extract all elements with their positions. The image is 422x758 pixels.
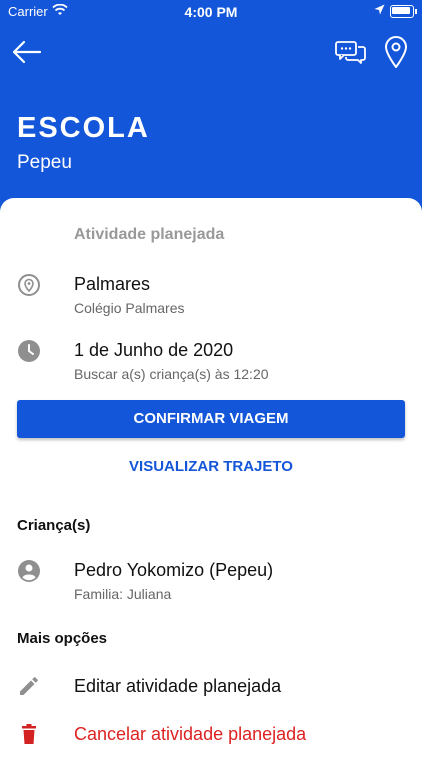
pencil-icon (20, 677, 38, 695)
person-icon (18, 560, 40, 582)
more-options-heading: Mais opções (17, 630, 108, 647)
child-name: Pedro Yokomizo (Pepeu) (74, 560, 274, 580)
clock-icon (18, 340, 40, 362)
place-detail: Colégio Palmares (74, 300, 185, 316)
chat-icon[interactable] (333, 38, 367, 66)
cancel-activity-label: Cancelar atividade planejada (74, 724, 307, 744)
header: Carrier 4:00 PM ESCOLA Pepeu (0, 0, 422, 205)
edit-activity-label: Editar atividade planejada (74, 676, 282, 696)
section-label: Atividade planejada (74, 226, 225, 243)
activity-date: 1 de Junho de 2020 (74, 340, 234, 360)
place-name: Palmares (74, 274, 151, 294)
children-heading: Criança(s) (17, 517, 91, 534)
status-bar: Carrier 4:00 PM (0, 0, 422, 22)
page-subtitle: Pepeu (17, 152, 72, 173)
back-arrow-icon[interactable] (10, 38, 44, 66)
page-title: ESCOLA (17, 112, 150, 144)
view-route-link[interactable]: VISUALIZAR TRAJETO (0, 458, 422, 475)
trash-icon (22, 724, 36, 744)
battery-icon (390, 5, 417, 18)
activity-card: Atividade planejada Palmares Colégio Pal… (0, 198, 422, 758)
pickup-time: Buscar a(s) criança(s) às 12:20 (74, 366, 269, 382)
location-arrow-icon (374, 4, 385, 15)
status-time: 4:00 PM (184, 4, 238, 20)
map-pin-icon[interactable] (383, 35, 409, 69)
location-pin-icon (18, 274, 40, 296)
child-family: Familia: Juliana (74, 586, 172, 602)
confirm-trip-button[interactable]: CONFIRMAR VIAGEM (17, 400, 405, 438)
